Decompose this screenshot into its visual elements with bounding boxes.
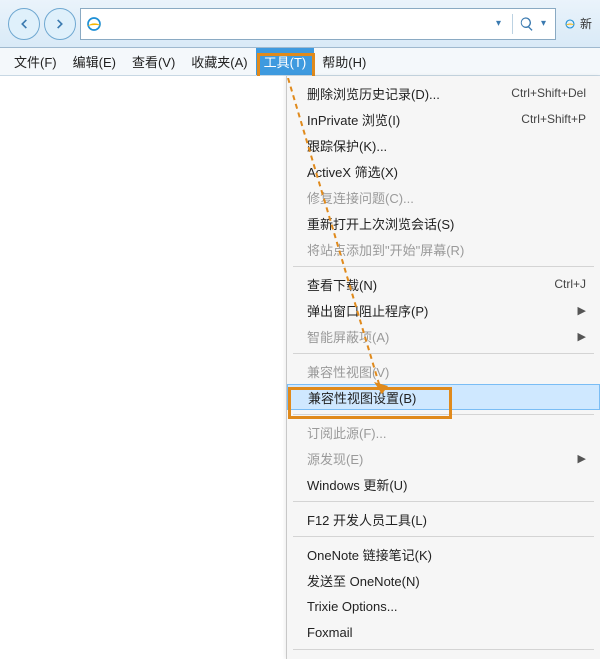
address-bar: ▾ ▾ xyxy=(80,8,556,40)
address-dropdown-icon[interactable]: ▾ xyxy=(496,18,506,29)
menu-item-label: 订阅此源(F)... xyxy=(307,423,586,442)
arrow-left-icon xyxy=(17,17,31,31)
search-icon[interactable] xyxy=(519,16,535,32)
menu-item-label: Trixie Options... xyxy=(307,599,586,614)
menu-item-5[interactable]: 帮助(H) xyxy=(314,48,374,75)
menu-item-shortcut: Ctrl+Shift+P xyxy=(521,112,586,126)
tools-menu-item[interactable]: Internet 选项(O) xyxy=(287,654,600,659)
tools-menu-item: 订阅此源(F)... xyxy=(287,419,600,445)
browser-menubar: 文件(F)编辑(E)查看(V)收藏夹(A)工具(T)帮助(H) xyxy=(0,48,600,76)
menu-separator xyxy=(293,501,594,502)
menu-separator xyxy=(293,536,594,537)
tools-menu-item[interactable]: 发送至 OneNote(N) xyxy=(287,567,600,593)
tab-strip[interactable]: 新 xyxy=(560,8,592,40)
ie-logo-icon xyxy=(85,15,103,33)
menu-item-label: ActiveX 筛选(X) xyxy=(307,162,586,181)
menu-item-label: 重新打开上次浏览会话(S) xyxy=(307,214,586,233)
arrow-right-icon xyxy=(53,17,67,31)
tools-menu-item[interactable]: Foxmail xyxy=(287,619,600,645)
tools-menu-item[interactable]: 删除浏览历史记录(D)... Ctrl+Shift+Del xyxy=(287,80,600,106)
menu-item-label: 智能屏蔽项(A) xyxy=(307,327,558,346)
address-input[interactable] xyxy=(109,16,490,31)
menu-item-label: 源发现(E) xyxy=(307,449,558,468)
tools-menu-item: 源发现(E) ▶ xyxy=(287,445,600,471)
menu-item-label: 弹出窗口阻止程序(P) xyxy=(307,301,558,320)
tools-menu-item: 修复连接问题(C)... xyxy=(287,184,600,210)
tools-menu-item[interactable]: ActiveX 筛选(X) xyxy=(287,158,600,184)
tools-menu-item[interactable]: 重新打开上次浏览会话(S) xyxy=(287,210,600,236)
submenu-arrow-icon: ▶ xyxy=(578,330,586,343)
tools-menu-item[interactable]: 弹出窗口阻止程序(P) ▶ xyxy=(287,297,600,323)
menu-item-label: F12 开发人员工具(L) xyxy=(307,510,586,529)
menu-separator xyxy=(293,353,594,354)
submenu-arrow-icon: ▶ xyxy=(578,452,586,465)
ie-logo-icon xyxy=(564,15,576,33)
menu-item-shortcut: Ctrl+J xyxy=(554,277,586,291)
tools-menu-item[interactable]: Windows 更新(U) xyxy=(287,471,600,497)
menu-item-shortcut: Ctrl+Shift+Del xyxy=(511,86,586,100)
menu-item-1[interactable]: 编辑(E) xyxy=(65,48,124,75)
menu-item-label: Foxmail xyxy=(307,625,586,640)
menu-item-2[interactable]: 查看(V) xyxy=(124,48,183,75)
menu-item-label: Windows 更新(U) xyxy=(307,475,586,494)
tools-menu-item[interactable]: Trixie Options... xyxy=(287,593,600,619)
tools-menu-item: 兼容性视图(V) xyxy=(287,358,600,384)
browser-content-area: 删除浏览历史记录(D)... Ctrl+Shift+Del InPrivate 浏览… xyxy=(0,76,600,659)
forward-button[interactable] xyxy=(44,8,76,40)
separator xyxy=(512,14,513,34)
search-dropdown-icon[interactable]: ▾ xyxy=(541,18,551,29)
tools-menu-item[interactable]: InPrivate 浏览(I) Ctrl+Shift+P xyxy=(287,106,600,132)
tools-menu-item[interactable]: 查看下载(N) Ctrl+J xyxy=(287,271,600,297)
tools-menu-item[interactable]: 兼容性视图设置(B) xyxy=(287,384,600,410)
menu-item-label: 查看下载(N) xyxy=(307,275,534,294)
menu-item-label: 将站点添加到"开始"屏幕(R) xyxy=(307,240,586,259)
menu-separator xyxy=(293,266,594,267)
tools-menu-item: 将站点添加到"开始"屏幕(R) xyxy=(287,236,600,262)
menu-item-0[interactable]: 文件(F) xyxy=(6,48,65,75)
tools-menu-item[interactable]: F12 开发人员工具(L) xyxy=(287,506,600,532)
back-button[interactable] xyxy=(8,8,40,40)
menu-item-label: 跟踪保护(K)... xyxy=(307,136,586,155)
menu-item-label: 兼容性视图(V) xyxy=(307,362,586,381)
menu-separator xyxy=(293,649,594,650)
menu-separator xyxy=(293,414,594,415)
menu-item-label: 删除浏览历史记录(D)... xyxy=(307,84,491,103)
menu-item-label: 修复连接问题(C)... xyxy=(307,188,586,207)
browser-navbar: ▾ ▾ 新 xyxy=(0,0,600,48)
menu-item-label: 兼容性视图设置(B) xyxy=(308,388,585,407)
menu-item-4[interactable]: 工具(T) xyxy=(256,48,315,75)
tools-menu-item[interactable]: 跟踪保护(K)... xyxy=(287,132,600,158)
menu-item-label: InPrivate 浏览(I) xyxy=(307,110,501,129)
menu-item-3[interactable]: 收藏夹(A) xyxy=(183,48,255,75)
tools-dropdown-menu: 删除浏览历史记录(D)... Ctrl+Shift+Del InPrivate 浏览… xyxy=(286,76,600,659)
tools-menu-item[interactable]: OneNote 链接笔记(K) xyxy=(287,541,600,567)
tab-label: 新 xyxy=(580,15,592,32)
menu-item-label: OneNote 链接笔记(K) xyxy=(307,545,586,564)
submenu-arrow-icon: ▶ xyxy=(578,304,586,317)
tools-menu-item: 智能屏蔽项(A) ▶ xyxy=(287,323,600,349)
menu-item-label: 发送至 OneNote(N) xyxy=(307,571,586,590)
